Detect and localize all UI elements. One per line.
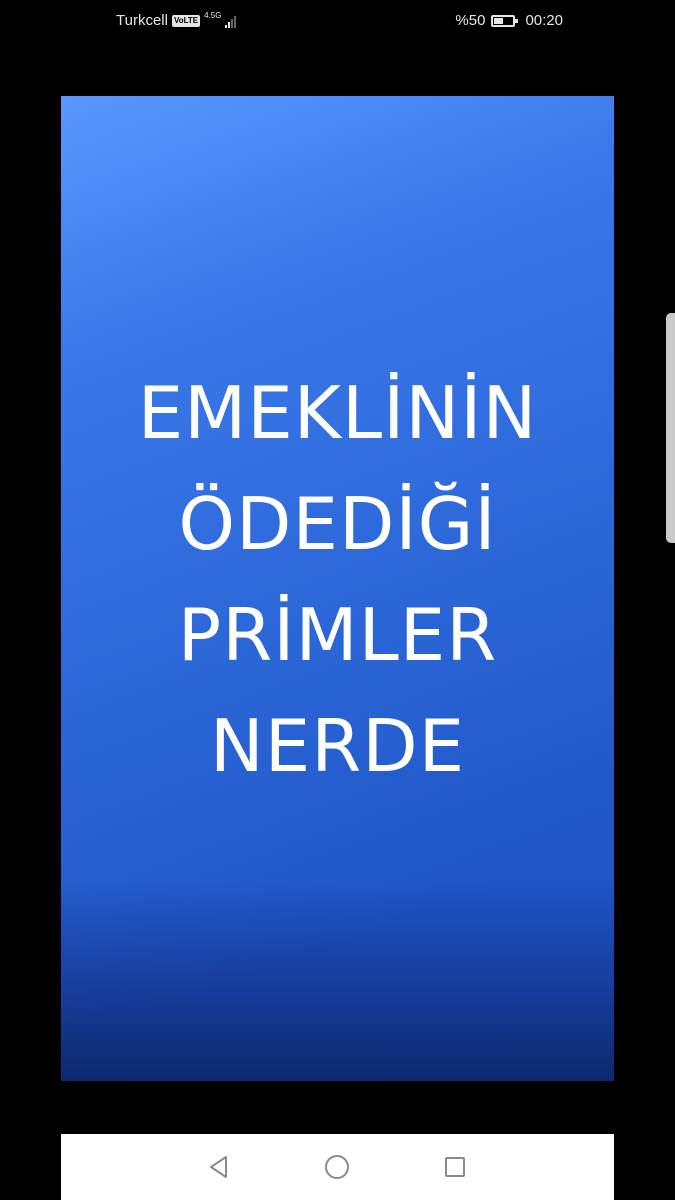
status-bar: Turkcell VoLTE 4.5G %50 00:20 [0,0,675,42]
carrier-name: Turkcell [116,12,168,29]
status-left-group: Turkcell VoLTE 4.5G [116,10,237,29]
triangle-back-icon [210,1156,227,1178]
back-button[interactable] [206,1154,232,1180]
square-recent-icon [445,1157,465,1177]
volte-badge: VoLTE [171,14,201,27]
home-button[interactable] [324,1154,350,1180]
circle-home-icon [325,1155,349,1179]
headline-line: NERDE [209,704,466,788]
headline-line: ÖDEDİĞİ [178,482,497,566]
headline-line: EMEKLİNİN [137,371,538,455]
signal-icon [225,14,237,28]
status-right-group: %50 00:20 [455,12,563,29]
phone-screen: Turkcell VoLTE 4.5G %50 00:20 EMEKLİNİN … [0,0,675,1200]
headline-line: PRİMLER [177,593,498,677]
edge-panel-handle[interactable] [666,313,675,543]
network-type: 4.5G [204,10,222,20]
battery-icon [491,14,519,27]
recent-apps-button[interactable] [442,1154,468,1180]
video-card[interactable]: EMEKLİNİN ÖDEDİĞİ PRİMLER NERDE [61,96,614,1081]
headline: EMEKLİNİN ÖDEDİĞİ PRİMLER NERDE [61,358,614,802]
battery-percent: %50 [455,12,486,29]
battery-fill [494,17,504,24]
navigation-bar [61,1134,614,1200]
clock: 00:20 [525,12,563,29]
